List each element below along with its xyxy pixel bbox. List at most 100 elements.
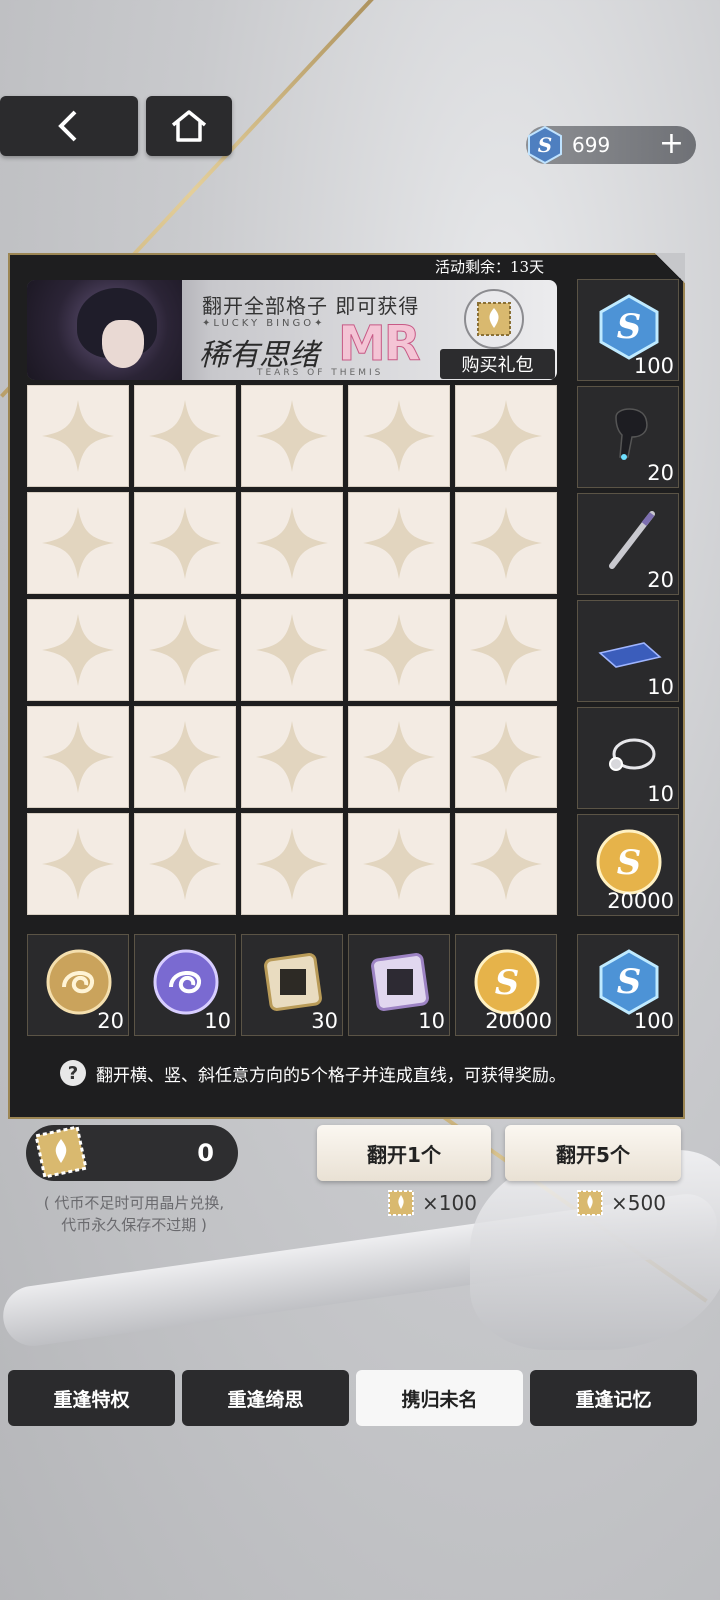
- sparkle-icon: [42, 507, 114, 579]
- bingo-cell[interactable]: [27, 706, 129, 808]
- s-crystal-icon: S: [599, 949, 659, 1015]
- token-note: ( 代币不足时可用晶片兑换, 代币永久保存不过期 ): [26, 1192, 242, 1236]
- reward-slot[interactable]: 20: [577, 386, 679, 488]
- bingo-cell[interactable]: [348, 813, 450, 915]
- sparkle-icon: [470, 828, 542, 900]
- reward-slot[interactable]: 10: [134, 934, 236, 1036]
- sparkle-icon: [149, 828, 221, 900]
- currency-value: 699: [572, 133, 611, 157]
- bingo-cell[interactable]: [134, 706, 236, 808]
- sparkle-icon: [149, 400, 221, 472]
- bingo-cell[interactable]: [455, 813, 557, 915]
- sparkle-icon: [256, 507, 328, 579]
- sparkle-icon: [470, 400, 542, 472]
- bingo-cell[interactable]: [134, 599, 236, 701]
- reward-slot[interactable]: S 100: [577, 934, 679, 1036]
- s-crystal-icon: S: [599, 294, 659, 360]
- flip-one-cost: ×100: [386, 1188, 477, 1218]
- banner-title: 翻开全部格子 即可获得: [202, 294, 420, 318]
- purple-dragon-medal-icon: [153, 949, 219, 1015]
- reward-slot[interactable]: S 20000: [455, 934, 557, 1036]
- bingo-cell[interactable]: [241, 813, 343, 915]
- gold-dragon-medal-icon: [46, 949, 112, 1015]
- bingo-cell[interactable]: [241, 385, 343, 487]
- help-icon[interactable]: ?: [60, 1060, 86, 1086]
- sparkle-icon: [363, 507, 435, 579]
- reward-slot[interactable]: S 20000: [577, 814, 679, 916]
- reward-slot[interactable]: S 100: [577, 279, 679, 381]
- stamp-token-icon: [577, 1190, 603, 1216]
- token-counter: 0: [26, 1125, 238, 1181]
- reward-count: 10: [647, 675, 674, 699]
- sparkle-icon: [42, 721, 114, 793]
- rule-text: 翻开横、竖、斜任意方向的5个格子并连成直线，可获得奖励。: [96, 1065, 566, 1086]
- svg-text:S: S: [538, 133, 552, 157]
- sparkle-icon: [363, 400, 435, 472]
- sparkle-icon: [256, 828, 328, 900]
- character-portrait: [27, 280, 182, 380]
- reward-slot[interactable]: 30: [241, 934, 343, 1036]
- bingo-cell[interactable]: [455, 706, 557, 808]
- flip-five-cost: ×500: [575, 1188, 666, 1218]
- bingo-cell[interactable]: [241, 599, 343, 701]
- tab-reunion-memory[interactable]: 重逢记忆: [530, 1370, 697, 1426]
- bingo-cell[interactable]: [134, 385, 236, 487]
- flip-five-button[interactable]: 翻开5个: [505, 1125, 681, 1181]
- svg-text:S: S: [617, 843, 642, 883]
- bingo-cell[interactable]: [241, 706, 343, 808]
- sparkle-icon: [256, 721, 328, 793]
- home-icon: [171, 110, 207, 142]
- svg-text:S: S: [617, 307, 642, 347]
- sparkle-icon: [42, 400, 114, 472]
- buy-pack-button[interactable]: 购买礼包: [440, 349, 555, 379]
- bingo-cell[interactable]: [134, 492, 236, 594]
- reward-count: 20: [97, 1009, 124, 1033]
- flip-one-button[interactable]: 翻开1个: [317, 1125, 491, 1181]
- bingo-cell[interactable]: [348, 385, 450, 487]
- gold-chip-icon: [264, 953, 322, 1011]
- svg-text:S: S: [495, 963, 520, 1003]
- back-button[interactable]: [0, 96, 138, 156]
- sparkle-icon: [149, 507, 221, 579]
- home-button[interactable]: [146, 96, 232, 156]
- reward-slot[interactable]: 20: [577, 493, 679, 595]
- portrait-face: [102, 320, 144, 368]
- bingo-cell[interactable]: [455, 492, 557, 594]
- bingo-cell[interactable]: [27, 492, 129, 594]
- tablet-icon: [598, 642, 662, 668]
- reward-count: 20: [647, 568, 674, 592]
- reward-slot[interactable]: 10: [577, 600, 679, 702]
- s-crystal-icon: S: [528, 125, 562, 165]
- reward-slot[interactable]: 10: [348, 934, 450, 1036]
- bingo-cell[interactable]: [241, 492, 343, 594]
- bingo-cell[interactable]: [27, 599, 129, 701]
- sparkle-icon: [42, 614, 114, 686]
- sparkle-icon: [470, 721, 542, 793]
- add-currency-button[interactable]: +: [659, 128, 684, 160]
- bingo-cell[interactable]: [348, 492, 450, 594]
- reward-slot[interactable]: 10: [577, 707, 679, 809]
- event-timer: 活动剩余：13天: [435, 258, 545, 276]
- sparkle-icon: [363, 828, 435, 900]
- bingo-cell[interactable]: [455, 599, 557, 701]
- bingo-cell[interactable]: [348, 599, 450, 701]
- bingo-cell[interactable]: [455, 385, 557, 487]
- sparkle-icon: [149, 614, 221, 686]
- reward-slot[interactable]: 20: [27, 934, 129, 1036]
- bingo-cell[interactable]: [134, 813, 236, 915]
- tab-bring-back-unnamed[interactable]: 携归未名: [356, 1370, 523, 1426]
- tab-reunion-privilege[interactable]: 重逢特权: [8, 1370, 175, 1426]
- bingo-cell[interactable]: [27, 813, 129, 915]
- token-note-line2: 代币永久保存不过期 ): [61, 1216, 207, 1234]
- sparkle-icon: [42, 828, 114, 900]
- reward-count: 20000: [607, 889, 674, 913]
- bingo-cell[interactable]: [27, 385, 129, 487]
- sparkle-icon: [470, 507, 542, 579]
- reward-count: 100: [633, 354, 674, 378]
- token-value: 0: [197, 1139, 214, 1167]
- bingo-cell[interactable]: [348, 706, 450, 808]
- token-note-line1: ( 代币不足时可用晶片兑换,: [43, 1194, 225, 1212]
- sparkle-icon: [256, 400, 328, 472]
- sparkle-icon: [256, 614, 328, 686]
- tab-reunion-fantasy[interactable]: 重逢绮思: [182, 1370, 349, 1426]
